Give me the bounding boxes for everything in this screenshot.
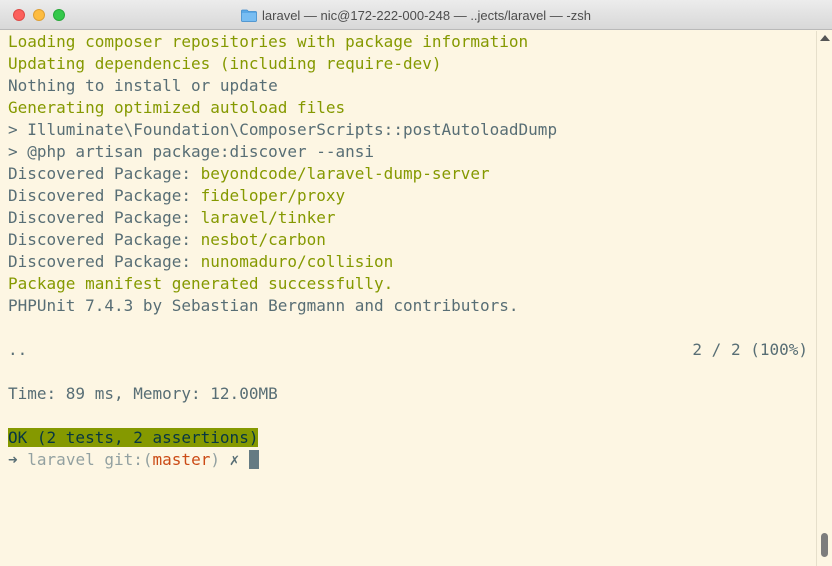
discovered-package-line: Discovered Package: beyondcode/laravel-d… [8,163,814,185]
prompt-directory: laravel [27,450,95,469]
discovered-label: Discovered Package: [8,186,201,205]
discovered-package-line: Discovered Package: nesbot/carbon [8,229,814,251]
vertical-scrollbar[interactable] [816,31,832,566]
package-name: nesbot/carbon [200,230,326,249]
output-line: Package manifest generated successfully. [8,274,394,293]
output-line: Nothing to install or update [8,76,278,95]
discovered-label: Discovered Package: [8,208,201,227]
terminal-output[interactable]: Loading composer repositories with packa… [0,31,814,566]
prompt-dirty-mark: ✗ [229,450,240,469]
shell-prompt[interactable]: ➜ laravel git:(master) ✗ [8,449,814,471]
prompt-git-suffix: ) [210,450,220,469]
progress-text: 2 / 2 (100%) [692,340,808,359]
ok-status: OK (2 tests, 2 assertions) [8,428,259,447]
prompt-git-prefix: git:( [104,450,153,469]
progress-dots: .. [8,340,28,359]
window-title-wrap: laravel — nic@172-222-000-248 — ..jects/… [0,0,832,30]
discovered-label: Discovered Package: [8,164,201,183]
terminal-window: laravel — nic@172-222-000-248 — ..jects/… [0,0,832,566]
output-line: > Illuminate\Foundation\ComposerScripts:… [8,120,558,139]
output-line: PHPUnit 7.4.3 by Sebastian Bergmann and … [8,296,519,315]
package-name: fideloper/proxy [200,186,346,205]
package-name: laravel/tinker [200,208,336,227]
title-bar[interactable]: laravel — nic@172-222-000-248 — ..jects/… [0,0,832,30]
discovered-label: Discovered Package: [8,252,201,271]
discovered-package-line: Discovered Package: laravel/tinker [8,207,814,229]
discovered-package-line: Discovered Package: nunomaduro/collision [8,251,814,273]
discovered-label: Discovered Package: [8,230,201,249]
package-name: beyondcode/laravel-dump-server [200,164,490,183]
prompt-arrow: ➜ [8,450,18,469]
package-name: nunomaduro/collision [200,252,394,271]
progress-line: .. 2 / 2 (100%) [8,339,814,361]
output-line: Time: 89 ms, Memory: 12.00MB [8,384,278,403]
folder-icon [241,9,257,22]
output-line: Updating dependencies (including require… [8,54,442,73]
output-line: > @php artisan package:discover --ansi [8,142,375,161]
prompt-branch: master [152,450,211,469]
window-title: laravel — nic@172-222-000-248 — ..jects/… [262,7,591,23]
result-line: OK (2 tests, 2 assertions) [8,427,814,449]
scroll-thumb[interactable] [821,533,828,557]
text-cursor[interactable] [248,450,259,469]
scroll-up-icon[interactable] [820,35,830,41]
output-line: Generating optimized autoload files [8,98,346,117]
discovered-package-line: Discovered Package: fideloper/proxy [8,185,814,207]
output-line: Loading composer repositories with packa… [8,32,529,51]
